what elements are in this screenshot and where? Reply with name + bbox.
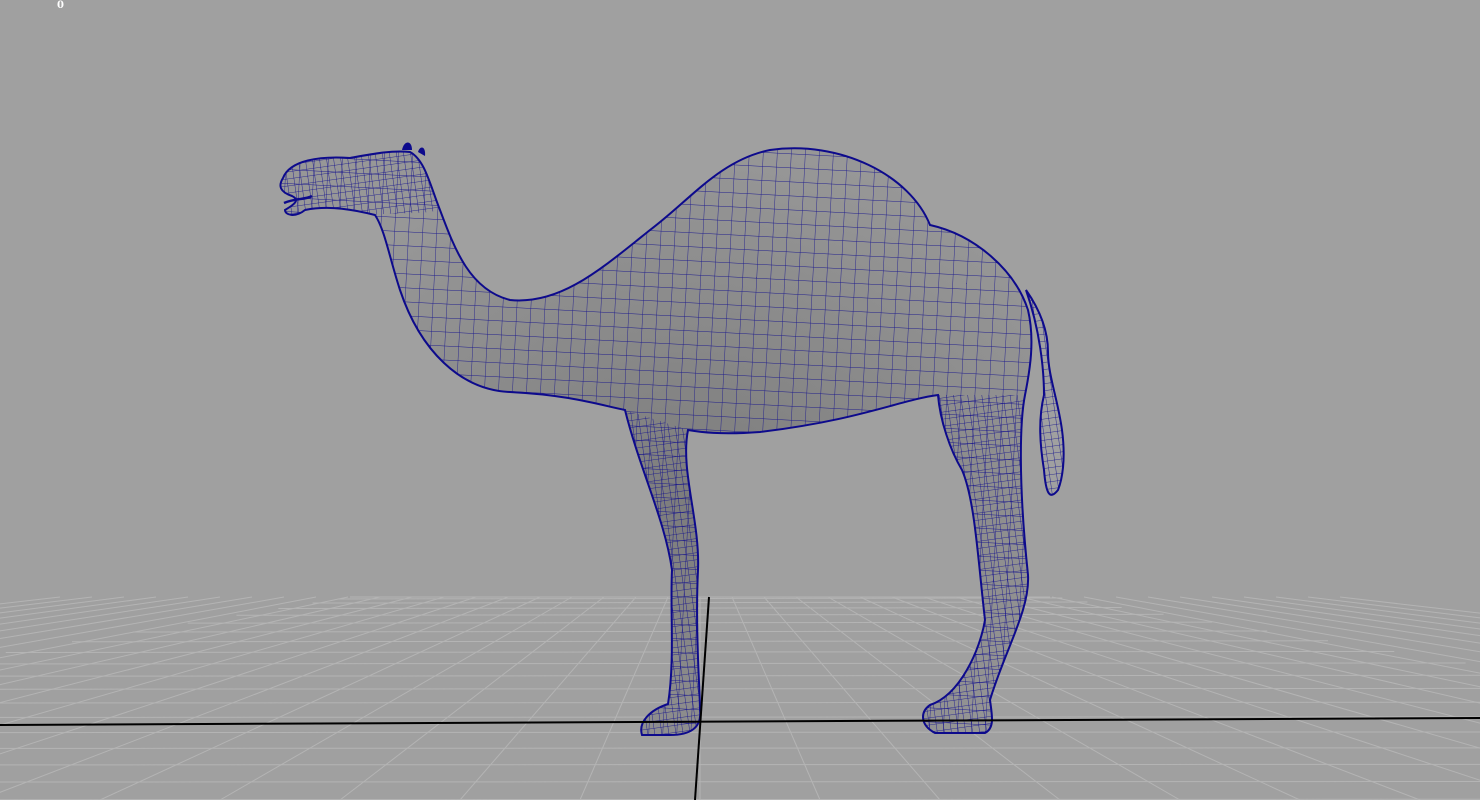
- grid-axes: [0, 596, 1480, 800]
- camel-front-leg-wireframe: [625, 410, 701, 735]
- grid-line: [955, 596, 1480, 749]
- grid-line: [0, 596, 125, 614]
- grid-line: [0, 716, 1480, 718]
- 3d-viewport[interactable]: 0: [0, 0, 1480, 800]
- grid-line: [579, 596, 669, 800]
- x-axis-line: [0, 717, 1480, 726]
- grid-line: [0, 596, 381, 686]
- grid-line: [0, 596, 477, 755]
- grid-line: [0, 596, 93, 609]
- grid-line: [1019, 596, 1480, 704]
- grid-line: [1051, 596, 1480, 688]
- grid-line: [0, 596, 349, 671]
- grid-line: [0, 747, 1480, 749]
- grid-line: [731, 596, 821, 800]
- grid-line: [0, 687, 1480, 690]
- grid-line: [459, 596, 637, 800]
- grid-line: [0, 763, 1480, 766]
- grid-line: [0, 701, 1480, 704]
- grid-line: [0, 596, 285, 648]
- grid-line: [99, 596, 541, 800]
- grid-line: [0, 596, 61, 605]
- scene-canvas[interactable]: [0, 0, 1480, 800]
- camel-hind-leg-wireframe: [923, 395, 1029, 733]
- camel-ear: [418, 147, 426, 156]
- camel-tail: [1025, 289, 1065, 496]
- grid-line: [0, 731, 1480, 734]
- grid-line: [1243, 596, 1480, 630]
- grid-line: [0, 596, 317, 659]
- ground-grid: [0, 596, 1480, 800]
- grid-line: [0, 780, 1480, 783]
- grid-line: [859, 596, 1301, 800]
- grid-line: [795, 596, 1061, 800]
- grid-line: [763, 596, 941, 800]
- camel-mesh[interactable]: [279, 142, 1065, 736]
- grid-line: [0, 596, 253, 640]
- grid-line: [219, 596, 573, 800]
- grid-line: [0, 596, 413, 704]
- grid-line: [0, 674, 1480, 677]
- grid-line: [339, 596, 605, 800]
- grid-line: [0, 596, 509, 793]
- camel-ear: [402, 142, 412, 150]
- grid-line: [1211, 596, 1480, 637]
